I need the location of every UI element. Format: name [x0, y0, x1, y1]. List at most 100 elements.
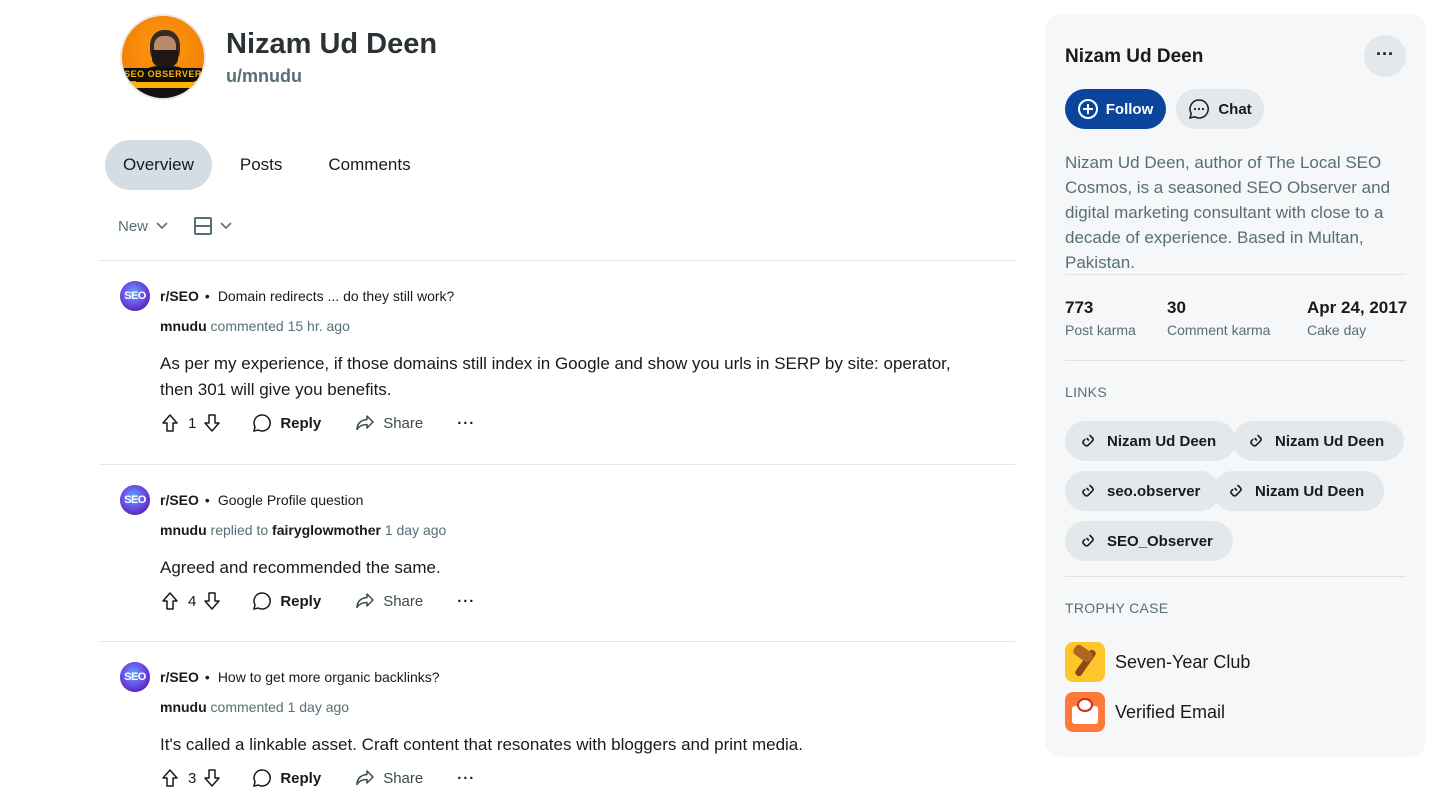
share-button[interactable]: Share: [355, 768, 423, 788]
sort-bar: New: [118, 217, 232, 235]
social-link[interactable]: SEO_Observer: [1065, 521, 1233, 561]
comment-actions: 3 Reply Share ···: [160, 768, 475, 788]
stat-post-karma: 773 Post karma: [1065, 298, 1136, 338]
vote-count: 1: [188, 414, 197, 432]
link-icon: [1230, 484, 1242, 497]
reply-button[interactable]: Reply: [252, 768, 321, 788]
social-link[interactable]: seo.observer: [1065, 471, 1221, 511]
stat-label: Post karma: [1065, 322, 1136, 338]
divider: [1065, 360, 1406, 361]
trophy-item[interactable]: Seven-Year Club: [1065, 642, 1250, 682]
chevron-down-icon: [156, 222, 168, 230]
subreddit-link[interactable]: r/SEO: [160, 492, 199, 508]
stat-comment-karma: 30 Comment karma: [1167, 298, 1270, 338]
post-title-link[interactable]: Domain redirects ... do they still work?: [218, 288, 455, 304]
stat-cake-day: Apr 24, 2017 Cake day: [1307, 298, 1407, 338]
comment-author[interactable]: mnudu: [160, 699, 207, 715]
divider: [100, 464, 1015, 465]
tab-posts[interactable]: Posts: [222, 140, 301, 190]
divider: [1065, 274, 1406, 275]
subreddit-icon[interactable]: SEO: [120, 281, 150, 311]
comment-icon: [253, 592, 272, 611]
comment-body: Agreed and recommended the same.: [160, 558, 441, 577]
more-options-button[interactable]: ···: [457, 770, 475, 787]
subreddit-link[interactable]: r/SEO: [160, 288, 199, 304]
reply-to-user[interactable]: fairyglowmother: [272, 522, 381, 538]
comment-time: 15 hr. ago: [287, 318, 350, 334]
profile-sidebar: Nizam Ud Deen ··· Follow Chat Nizam Ud D…: [1045, 14, 1426, 757]
comment-action: replied to: [210, 522, 269, 538]
share-button[interactable]: Share: [355, 413, 423, 433]
downvote-icon[interactable]: [202, 768, 222, 788]
view-dropdown[interactable]: [168, 217, 232, 235]
share-button[interactable]: Share: [355, 591, 423, 611]
chat-button[interactable]: Chat: [1176, 89, 1264, 129]
verified-email-icon: [1065, 692, 1105, 732]
stat-value: Apr 24, 2017: [1307, 298, 1408, 317]
link-icon: [1082, 534, 1094, 547]
comment-author[interactable]: mnudu: [160, 522, 207, 538]
comment-author[interactable]: mnudu: [160, 318, 207, 334]
vote-count: 3: [188, 769, 197, 787]
comment-body: It's called a linkable asset. Craft cont…: [160, 735, 803, 754]
seven-year-club-icon: [1065, 642, 1105, 682]
profile-tabs: Overview Posts Comments: [105, 140, 439, 190]
divider: [100, 260, 1015, 261]
card-layout-icon: [194, 217, 213, 235]
downvote-icon[interactable]: [202, 413, 222, 433]
downvote-icon[interactable]: [202, 591, 222, 611]
more-options-button[interactable]: ···: [1364, 35, 1406, 77]
sidebar-name: Nizam Ud Deen: [1065, 46, 1204, 67]
divider: [100, 641, 1015, 642]
links-heading: LINKS: [1065, 384, 1107, 400]
upvote-icon[interactable]: [160, 591, 180, 611]
more-options-button[interactable]: ···: [457, 593, 475, 610]
comment-icon: [253, 769, 272, 788]
comment-action: commented: [210, 699, 284, 715]
reply-button[interactable]: Reply: [252, 591, 321, 611]
follow-button[interactable]: Follow: [1065, 89, 1166, 129]
subreddit-icon[interactable]: SEO: [120, 485, 150, 515]
tab-comments[interactable]: Comments: [310, 140, 428, 190]
upvote-icon[interactable]: [160, 413, 180, 433]
vote-control: 4: [160, 591, 222, 611]
profile-username: u/mnudu: [226, 66, 302, 86]
upvote-icon[interactable]: [160, 768, 180, 788]
stat-label: Cake day: [1307, 322, 1367, 338]
comment-actions: 4 Reply Share ···: [160, 591, 475, 611]
sort-dropdown[interactable]: New: [118, 218, 168, 235]
social-link[interactable]: Nizam Ud Deen: [1213, 471, 1385, 511]
share-label: Share: [383, 769, 424, 787]
follow-label: Follow: [1105, 100, 1154, 118]
comment-action: commented: [210, 318, 284, 334]
trophy-label: Seven-Year Club: [1115, 651, 1251, 672]
social-link[interactable]: Nizam Ud Deen: [1065, 421, 1237, 461]
comment-time: 1 day ago: [384, 522, 447, 538]
link-icon: [1250, 434, 1262, 447]
link-label: Nizam Ud Deen: [1107, 432, 1217, 450]
comment-body: As per my experience, if those domains s…: [160, 354, 951, 399]
more-options-button[interactable]: ···: [457, 415, 475, 432]
post-title-link[interactable]: Google Profile question: [218, 492, 364, 508]
chat-label: Chat: [1218, 100, 1252, 118]
tab-overview[interactable]: Overview: [105, 140, 212, 190]
subreddit-link[interactable]: r/SEO: [160, 669, 199, 685]
reply-button[interactable]: Reply: [252, 413, 321, 433]
vote-count: 4: [188, 592, 197, 610]
profile-avatar[interactable]: SEO OBSERVER: [120, 14, 206, 100]
link-label: Nizam Ud Deen: [1255, 482, 1365, 500]
sort-label: New: [118, 217, 149, 235]
vote-control: 1: [160, 413, 222, 433]
link-label: SEO_Observer: [1107, 532, 1213, 550]
link-icon: [1082, 484, 1094, 497]
subreddit-icon[interactable]: SEO: [120, 662, 150, 692]
trophy-item[interactable]: Verified Email: [1065, 692, 1225, 732]
divider: [1065, 576, 1406, 577]
reply-label: Reply: [280, 414, 322, 432]
post-title-link[interactable]: How to get more organic backlinks?: [218, 669, 440, 685]
comment-icon: [253, 414, 272, 433]
stat-label: Comment karma: [1167, 322, 1271, 338]
profile-display-name: Nizam Ud Deen: [226, 28, 438, 60]
social-link[interactable]: Nizam Ud Deen: [1233, 421, 1405, 461]
comment-time: 1 day ago: [287, 699, 350, 715]
